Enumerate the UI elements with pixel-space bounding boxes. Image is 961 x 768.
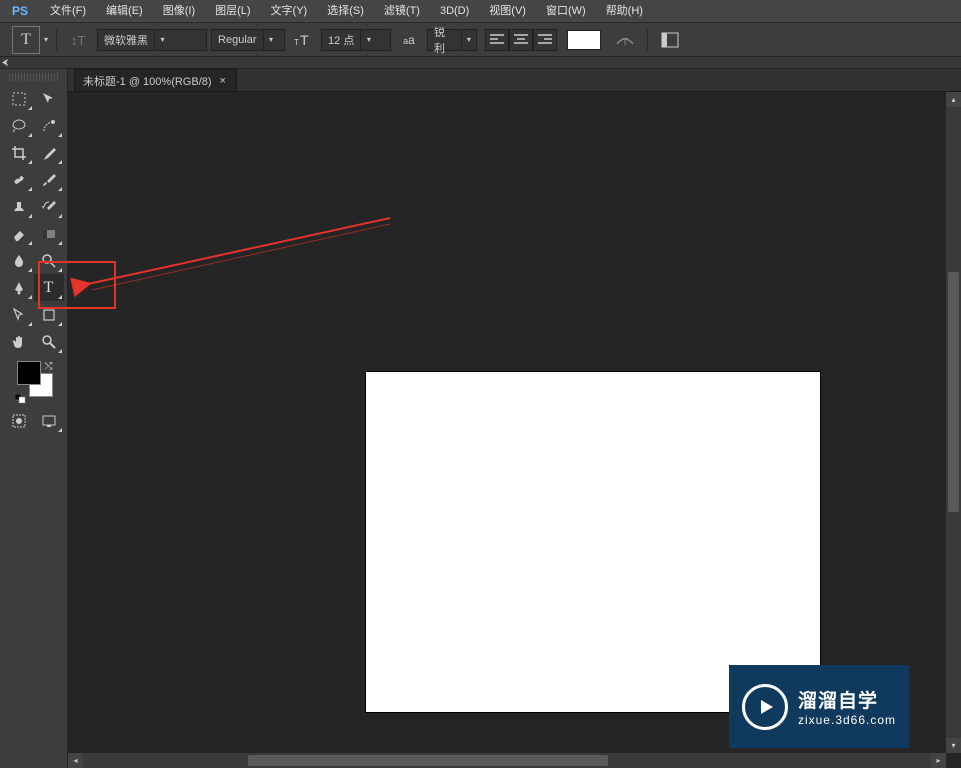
healing-brush-tool[interactable] bbox=[4, 166, 34, 193]
document-tab-label: 未标题-1 @ 100%(RGB/8) bbox=[83, 73, 212, 89]
tools-panel: T ⤭ bbox=[0, 69, 68, 768]
text-orientation-icon: ↕T bbox=[70, 31, 88, 49]
font-style-dropdown[interactable]: Regular ▾ bbox=[211, 29, 285, 51]
path-select-tool[interactable] bbox=[4, 301, 34, 328]
scrollbar-vertical[interactable]: ▴ ▾ bbox=[946, 92, 961, 753]
dodge-tool[interactable] bbox=[34, 247, 64, 274]
quick-mask-button[interactable] bbox=[4, 407, 34, 434]
svg-text:T: T bbox=[300, 32, 309, 48]
tools-grid: T bbox=[4, 85, 64, 355]
font-style-value: Regular bbox=[212, 34, 263, 46]
text-orientation-toggle[interactable]: ↕T bbox=[65, 26, 93, 54]
scroll-thumb[interactable] bbox=[948, 272, 959, 512]
menu-window[interactable]: 窗口(W) bbox=[536, 0, 596, 22]
separator bbox=[647, 29, 648, 51]
antialias-icon: aa bbox=[395, 26, 423, 54]
document-tab[interactable]: 未标题-1 @ 100%(RGB/8) × bbox=[74, 69, 237, 91]
quick-select-tool[interactable] bbox=[34, 112, 64, 139]
menu-layer[interactable]: 图层(L) bbox=[205, 0, 260, 22]
menu-view[interactable]: 视图(V) bbox=[479, 0, 536, 22]
eyedropper-tool[interactable] bbox=[34, 139, 64, 166]
menu-3d[interactable]: 3D(D) bbox=[430, 0, 479, 22]
foreground-background-colors[interactable]: ⤭ bbox=[15, 361, 53, 401]
play-icon bbox=[742, 684, 788, 730]
svg-text:T: T bbox=[622, 37, 628, 48]
tools-grip[interactable] bbox=[9, 73, 59, 81]
align-right-button[interactable] bbox=[533, 29, 557, 51]
mode-buttons bbox=[4, 407, 64, 434]
lasso-tool[interactable] bbox=[4, 112, 34, 139]
marquee-tool[interactable] bbox=[4, 85, 34, 112]
close-icon[interactable]: × bbox=[218, 75, 228, 87]
font-size-value: 12 点 bbox=[322, 32, 360, 48]
scroll-thumb[interactable] bbox=[248, 755, 608, 766]
zoom-tool[interactable] bbox=[34, 328, 64, 355]
document-area: 未标题-1 @ 100%(RGB/8) × ▴ ▾ ◂ ▸ bbox=[68, 69, 961, 768]
text-align-group bbox=[485, 29, 557, 51]
shape-tool[interactable] bbox=[34, 301, 64, 328]
separator bbox=[56, 29, 57, 51]
tool-preset-text[interactable]: T bbox=[12, 26, 40, 54]
menu-help[interactable]: 帮助(H) bbox=[596, 0, 653, 22]
font-family-dropdown[interactable]: 微软雅黑 ▾ bbox=[97, 29, 207, 51]
document-tab-bar: 未标题-1 @ 100%(RGB/8) × bbox=[68, 69, 961, 92]
watermark-title: 溜溜自学 bbox=[798, 686, 896, 713]
chevron-down-icon: ▾ bbox=[154, 30, 170, 50]
svg-text:↕T: ↕T bbox=[71, 33, 86, 48]
app-logo: PS bbox=[0, 0, 40, 22]
scroll-up-icon[interactable]: ▴ bbox=[946, 92, 961, 107]
watermark-badge: 溜溜自学 zixue.3d66.com bbox=[729, 665, 909, 748]
chevron-down-icon: ▾ bbox=[263, 30, 279, 50]
watermark-text: 溜溜自学 zixue.3d66.com bbox=[798, 686, 896, 727]
svg-text:T: T bbox=[294, 38, 299, 47]
font-family-value: 微软雅黑 bbox=[98, 32, 154, 48]
menu-file[interactable]: 文件(F) bbox=[40, 0, 96, 22]
text-color-swatch[interactable] bbox=[567, 30, 601, 50]
font-size-icon: TT bbox=[289, 26, 317, 54]
canvas[interactable] bbox=[366, 372, 820, 712]
menu-edit[interactable]: 编辑(E) bbox=[96, 0, 153, 22]
menu-bar: PS 文件(F) 编辑(E) 图像(I) 图层(L) 文字(Y) 选择(S) 滤… bbox=[0, 0, 961, 22]
scroll-left-icon[interactable]: ◂ bbox=[68, 753, 83, 768]
panel-icon bbox=[661, 32, 679, 48]
hand-tool[interactable] bbox=[4, 328, 34, 355]
screen-mode-button[interactable] bbox=[34, 407, 64, 434]
eraser-tool[interactable] bbox=[4, 220, 34, 247]
clone-stamp-tool[interactable] bbox=[4, 193, 34, 220]
default-colors-icon[interactable] bbox=[15, 391, 27, 401]
warp-text-button[interactable]: T bbox=[611, 26, 639, 54]
chevron-down-icon: ▾ bbox=[461, 30, 476, 50]
text-tool[interactable]: T bbox=[34, 274, 64, 301]
blur-tool[interactable] bbox=[4, 247, 34, 274]
pen-tool[interactable] bbox=[4, 274, 34, 301]
scrollbar-horizontal[interactable]: ◂ ▸ bbox=[68, 753, 946, 768]
move-tool[interactable] bbox=[34, 85, 64, 112]
foreground-color[interactable] bbox=[17, 361, 41, 385]
font-size-dropdown[interactable]: 12 点 ▾ bbox=[321, 29, 391, 51]
options-bar: T ▾ ↕T 微软雅黑 ▾ Regular ▾ TT 12 点 ▾ aa 锐利 … bbox=[0, 22, 961, 57]
brush-tool[interactable] bbox=[34, 166, 64, 193]
crop-tool[interactable] bbox=[4, 139, 34, 166]
align-left-button[interactable] bbox=[485, 29, 509, 51]
menu-filter[interactable]: 滤镜(T) bbox=[374, 0, 430, 22]
history-brush-tool[interactable] bbox=[34, 193, 64, 220]
menu-type[interactable]: 文字(Y) bbox=[261, 0, 318, 22]
antialias-dropdown[interactable]: 锐利 ▾ bbox=[427, 29, 477, 51]
panel-collapse-bar[interactable]: ⮜ bbox=[0, 57, 961, 69]
warp-text-icon: T bbox=[615, 32, 635, 48]
character-panel-button[interactable] bbox=[656, 26, 684, 54]
swap-colors-icon[interactable]: ⤭ bbox=[45, 361, 53, 372]
align-center-button[interactable] bbox=[509, 29, 533, 51]
chevron-down-icon: ▾ bbox=[360, 30, 376, 50]
menu-select[interactable]: 选择(S) bbox=[317, 0, 374, 22]
main-area: T ⤭ 未标题-1 @ 100%(RGB/8) × bbox=[0, 69, 961, 768]
collapse-icon: ⮜ bbox=[2, 57, 8, 67]
antialias-value: 锐利 bbox=[428, 24, 461, 56]
scroll-down-icon[interactable]: ▾ bbox=[946, 738, 961, 753]
gradient-tool[interactable] bbox=[34, 220, 64, 247]
scroll-right-icon[interactable]: ▸ bbox=[931, 753, 946, 768]
menu-image[interactable]: 图像(I) bbox=[153, 0, 205, 22]
watermark-url: zixue.3d66.com bbox=[798, 713, 896, 727]
chevron-down-icon[interactable]: ▾ bbox=[44, 36, 48, 44]
